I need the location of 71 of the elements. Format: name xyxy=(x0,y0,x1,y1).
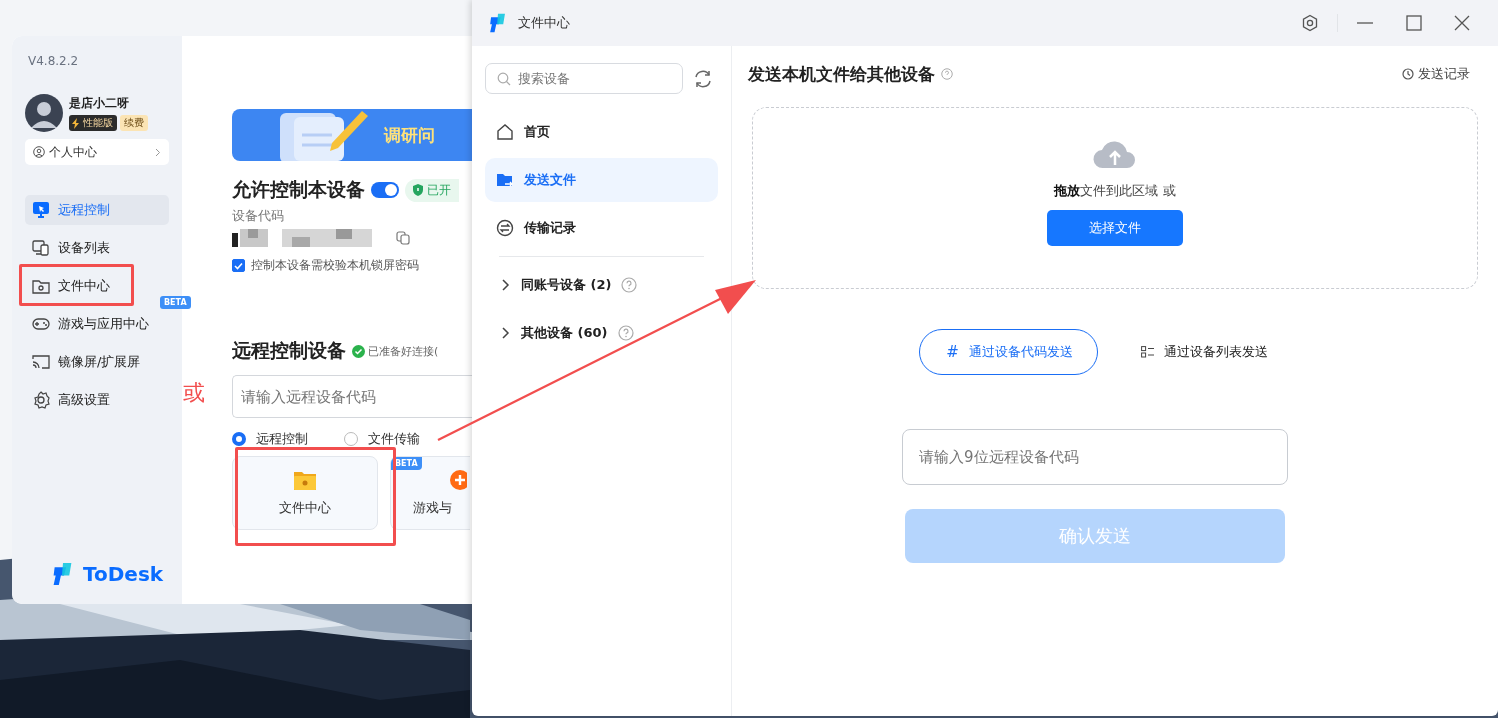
checkbox[interactable] xyxy=(232,259,245,272)
list-icon xyxy=(1140,346,1154,358)
banner-title: 调研问 xyxy=(384,123,435,147)
sidebar-item[interactable]: 高级设置 xyxy=(25,385,117,415)
input-field[interactable]: 请输入9位远程设备代码 xyxy=(902,429,1288,485)
search-icon xyxy=(497,72,511,86)
drop-instructions: 拖放文件到此区域 或 xyxy=(1054,182,1176,200)
method-tab[interactable]: 通过设备列表发送 xyxy=(1139,329,1291,375)
cast-icon xyxy=(32,353,50,371)
radio-button[interactable]: 远程控制 xyxy=(232,430,308,448)
avatar xyxy=(25,94,63,132)
search-field[interactable]: 搜索设备 xyxy=(485,63,683,94)
nav-item[interactable]: 传输记录 xyxy=(485,206,718,250)
check-circle-icon xyxy=(352,344,365,358)
version-label: V4.8.2.2 xyxy=(28,54,80,68)
section-title: 允许控制本设备 xyxy=(232,177,365,202)
chevron-right-icon[interactable] xyxy=(501,279,511,291)
logo-icon xyxy=(488,13,508,33)
sidebar-item[interactable]: 设备列表 xyxy=(25,233,117,263)
cloud-upload-icon xyxy=(1093,138,1137,170)
gear-icon xyxy=(32,391,50,409)
input-field[interactable]: 请输入远程设备代码 xyxy=(232,375,472,418)
settings-icon[interactable] xyxy=(1301,14,1319,32)
devices-icon xyxy=(32,239,50,257)
refresh-icon[interactable] xyxy=(693,68,713,89)
shield-icon xyxy=(413,184,423,196)
folder-send-icon xyxy=(496,171,514,189)
annotation-text: 或 xyxy=(183,379,205,407)
history-icon xyxy=(1402,68,1414,80)
section-title: 发送本机文件给其他设备 xyxy=(748,62,935,86)
tier-label: 性能版 xyxy=(83,116,113,130)
gamepad-icon xyxy=(32,315,50,333)
chevron-right-icon[interactable] xyxy=(501,327,511,339)
nav-item[interactable]: 发送文件 xyxy=(485,158,718,202)
field-label: 设备代码 xyxy=(232,207,285,225)
person-icon xyxy=(33,146,45,158)
group-header[interactable]: 其他设备 (60) xyxy=(521,324,608,342)
user-name: 是店小二呀 xyxy=(69,95,130,112)
history-link[interactable]: 发送记录 xyxy=(1402,65,1470,83)
nav-item[interactable]: 首页 xyxy=(485,110,718,154)
feature-card[interactable]: BETA 游戏与 xyxy=(390,456,470,530)
lightning-icon xyxy=(71,117,81,129)
folder-icon xyxy=(293,469,317,491)
transfer-icon xyxy=(496,219,514,237)
monitor-icon xyxy=(32,201,50,219)
logo-text: ToDesk xyxy=(83,562,164,586)
choose-file-button[interactable]: 选择文件 xyxy=(1047,210,1183,246)
renew-badge[interactable]: 续费 xyxy=(120,115,148,131)
profile-link[interactable]: 个人中心 xyxy=(25,139,169,165)
sidebar-item[interactable]: 镜像屏/扩展屏 xyxy=(25,347,148,377)
chevron-right-icon xyxy=(155,147,161,157)
feature-card[interactable]: 文件中心 xyxy=(232,456,378,530)
drop-zone[interactable]: 拖放文件到此区域 或 选择文件 xyxy=(752,107,1478,289)
document-pencil-icon xyxy=(278,109,370,161)
window-title: 文件中心 xyxy=(518,14,570,32)
close-icon[interactable] xyxy=(1454,15,1470,31)
toggle-switch[interactable] xyxy=(371,182,399,198)
sidebar-item[interactable]: 文件中心 xyxy=(25,271,117,301)
group-header[interactable]: 同账号设备 (2) xyxy=(521,276,612,294)
sidebar-item[interactable]: 远程控制 xyxy=(25,195,169,225)
radio-button[interactable]: 文件传输 xyxy=(344,430,420,448)
folder-icon xyxy=(32,277,50,295)
status-text: 已准备好连接( xyxy=(368,343,439,359)
house-icon xyxy=(496,123,514,141)
hash-icon: # xyxy=(946,343,959,361)
section-title: 远程控制设备 xyxy=(232,338,346,363)
beta-badge: BETA xyxy=(160,296,191,309)
maximize-icon[interactable] xyxy=(1406,15,1422,31)
status-badge: 已开 xyxy=(405,178,459,202)
checkbox-label: 控制本设备需校验本机锁屏密码 xyxy=(251,257,419,274)
copy-icon[interactable] xyxy=(396,231,410,245)
